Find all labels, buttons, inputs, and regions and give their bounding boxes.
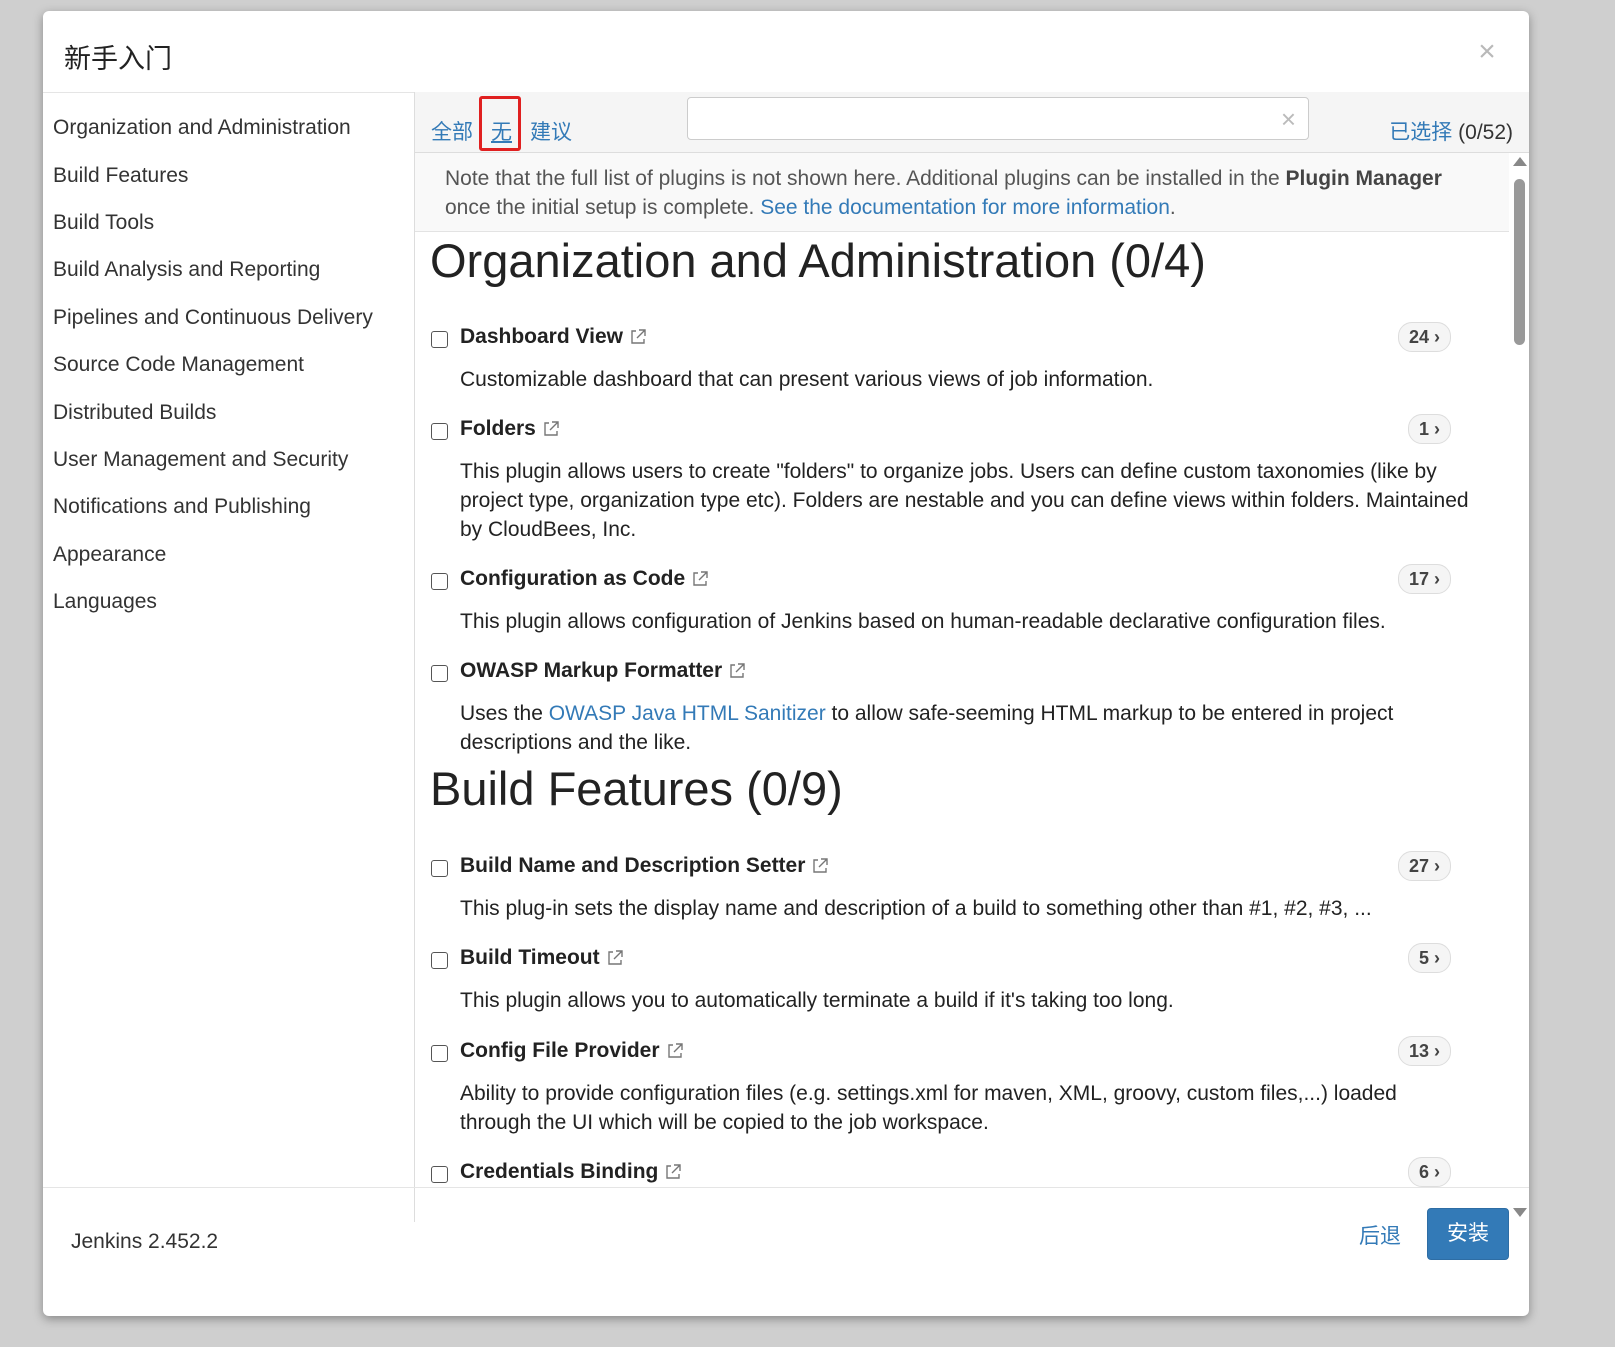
external-link-icon	[666, 1164, 682, 1180]
section-title: Organization and Administration (0/4)	[430, 234, 1206, 287]
filter-all-link[interactable]: 全部	[431, 116, 473, 146]
plugin-description: This plug-in sets the display name and d…	[460, 897, 1372, 920]
plugin-checkbox[interactable]	[431, 952, 448, 969]
section-title: Build Features (0/9)	[430, 762, 843, 815]
external-link-icon	[693, 571, 708, 587]
vertical-scrollbar[interactable]	[1509, 153, 1529, 1221]
plugin-list-pane: 全部 无 建议 × 已选择 (0/52) Note that the full …	[415, 92, 1529, 1222]
external-link-icon	[544, 421, 559, 437]
dependency-badge[interactable]: 5 ›	[1407, 943, 1451, 973]
plugin-name-link[interactable]: Build Timeout	[460, 946, 624, 970]
plugin-name-link[interactable]: Config File Provider	[460, 1039, 684, 1063]
dialog-footer: Jenkins 2.452.2 后退 安装	[43, 1187, 1529, 1316]
sidebar-item-distributed-builds[interactable]: Distributed Builds	[53, 401, 216, 425]
external-link-icon	[667, 1043, 683, 1059]
dependency-badge[interactable]: 27 ›	[1397, 851, 1451, 881]
plugin-description: This plugin allows configuration of Jenk…	[460, 610, 1386, 633]
filter-suggested-link[interactable]: 建议	[530, 116, 572, 146]
plugin-name-link[interactable]: Folders	[460, 417, 560, 441]
documentation-link[interactable]: See the documentation for more informati…	[760, 196, 1170, 219]
plugin-checkbox[interactable]	[431, 665, 448, 682]
plugin-checkbox[interactable]	[431, 1045, 448, 1062]
external-link-icon	[631, 329, 646, 345]
back-button[interactable]: 后退	[1359, 1220, 1401, 1250]
dependency-badge[interactable]: 1 ›	[1407, 414, 1451, 444]
sidebar-item-build-tools[interactable]: Build Tools	[53, 211, 154, 235]
dependency-badge[interactable]: 24 ›	[1397, 322, 1451, 352]
plugin-name-link[interactable]: Dashboard View	[460, 325, 647, 349]
external-link-icon	[730, 663, 745, 679]
plugin-checkbox[interactable]	[431, 423, 448, 440]
dependency-badge[interactable]: 13 ›	[1397, 1036, 1451, 1066]
search-input[interactable]	[696, 103, 1260, 135]
plugin-checkbox[interactable]	[431, 1166, 448, 1183]
selected-count-value: (0/52)	[1458, 121, 1513, 144]
plugin-checkbox[interactable]	[431, 860, 448, 877]
selected-link[interactable]: 已选择	[1389, 121, 1452, 144]
dialog-title: 新手入门	[64, 44, 172, 74]
plugin-checkbox[interactable]	[431, 573, 448, 590]
plugin-description: Ability to provide configuration files (…	[460, 1082, 1397, 1134]
plugin-name-link[interactable]: Credentials Binding	[460, 1160, 682, 1184]
plugin-name-link[interactable]: OWASP Markup Formatter	[460, 659, 746, 683]
plugin-description: Customizable dashboard that can present …	[460, 368, 1154, 391]
clear-search-icon[interactable]: ×	[1281, 106, 1296, 132]
selected-count: 已选择 (0/52)	[1389, 116, 1513, 146]
sidebar-item-user-management-and-security[interactable]: User Management and Security	[53, 448, 348, 472]
plugin-list-content: Note that the full list of plugins is no…	[415, 153, 1509, 1221]
category-sidebar: Organization and Administration Build Fe…	[43, 92, 415, 1222]
sidebar-item-build-features[interactable]: Build Features	[53, 164, 188, 188]
external-link-icon	[607, 950, 623, 966]
search-box: ×	[687, 97, 1309, 140]
plugin-name-link[interactable]: Configuration as Code	[460, 567, 709, 591]
sidebar-item-organization-and-administration[interactable]: Organization and Administration	[53, 116, 351, 140]
jenkins-version: Jenkins 2.452.2	[71, 1230, 219, 1253]
sidebar-item-notifications-and-publishing[interactable]: Notifications and Publishing	[53, 495, 311, 519]
plugin-toolbar: 全部 无 建议 × 已选择 (0/52)	[415, 92, 1529, 153]
dependency-badge[interactable]: 17 ›	[1397, 564, 1451, 594]
plugin-description: This plugin allows you to automatically …	[460, 989, 1174, 1012]
sidebar-item-pipelines-and-continuous-delivery[interactable]: Pipelines and Continuous Delivery	[53, 306, 373, 330]
plugin-name-link[interactable]: Build Name and Description Setter	[460, 854, 829, 878]
scrollbar-thumb[interactable]	[1514, 179, 1525, 345]
sidebar-item-source-code-management[interactable]: Source Code Management	[53, 353, 304, 377]
note-text: Note that the full list of plugins is no…	[445, 167, 1442, 219]
plugin-description: This plugin allows users to create "fold…	[460, 460, 1469, 541]
scroll-up-arrow-icon[interactable]	[1513, 157, 1527, 166]
plugin-description: Uses the OWASP Java HTML Sanitizer to al…	[460, 702, 1394, 754]
plugin-checkbox[interactable]	[431, 331, 448, 348]
owasp-sanitizer-link[interactable]: OWASP Java HTML Sanitizer	[549, 702, 826, 725]
dialog-header: 新手入门 ×	[43, 11, 1529, 93]
setup-wizard-dialog: 新手入门 × Organization and Administration B…	[43, 11, 1529, 1316]
close-icon[interactable]: ×	[1475, 37, 1499, 67]
sidebar-item-build-analysis-and-reporting[interactable]: Build Analysis and Reporting	[53, 258, 320, 282]
external-link-icon	[813, 858, 829, 874]
highlight-box	[479, 96, 521, 151]
install-button[interactable]: 安装	[1427, 1208, 1509, 1260]
sidebar-item-languages[interactable]: Languages	[53, 590, 157, 614]
info-note: Note that the full list of plugins is no…	[415, 153, 1509, 232]
sidebar-item-appearance[interactable]: Appearance	[53, 543, 166, 567]
dependency-badge[interactable]: 6 ›	[1407, 1157, 1451, 1187]
